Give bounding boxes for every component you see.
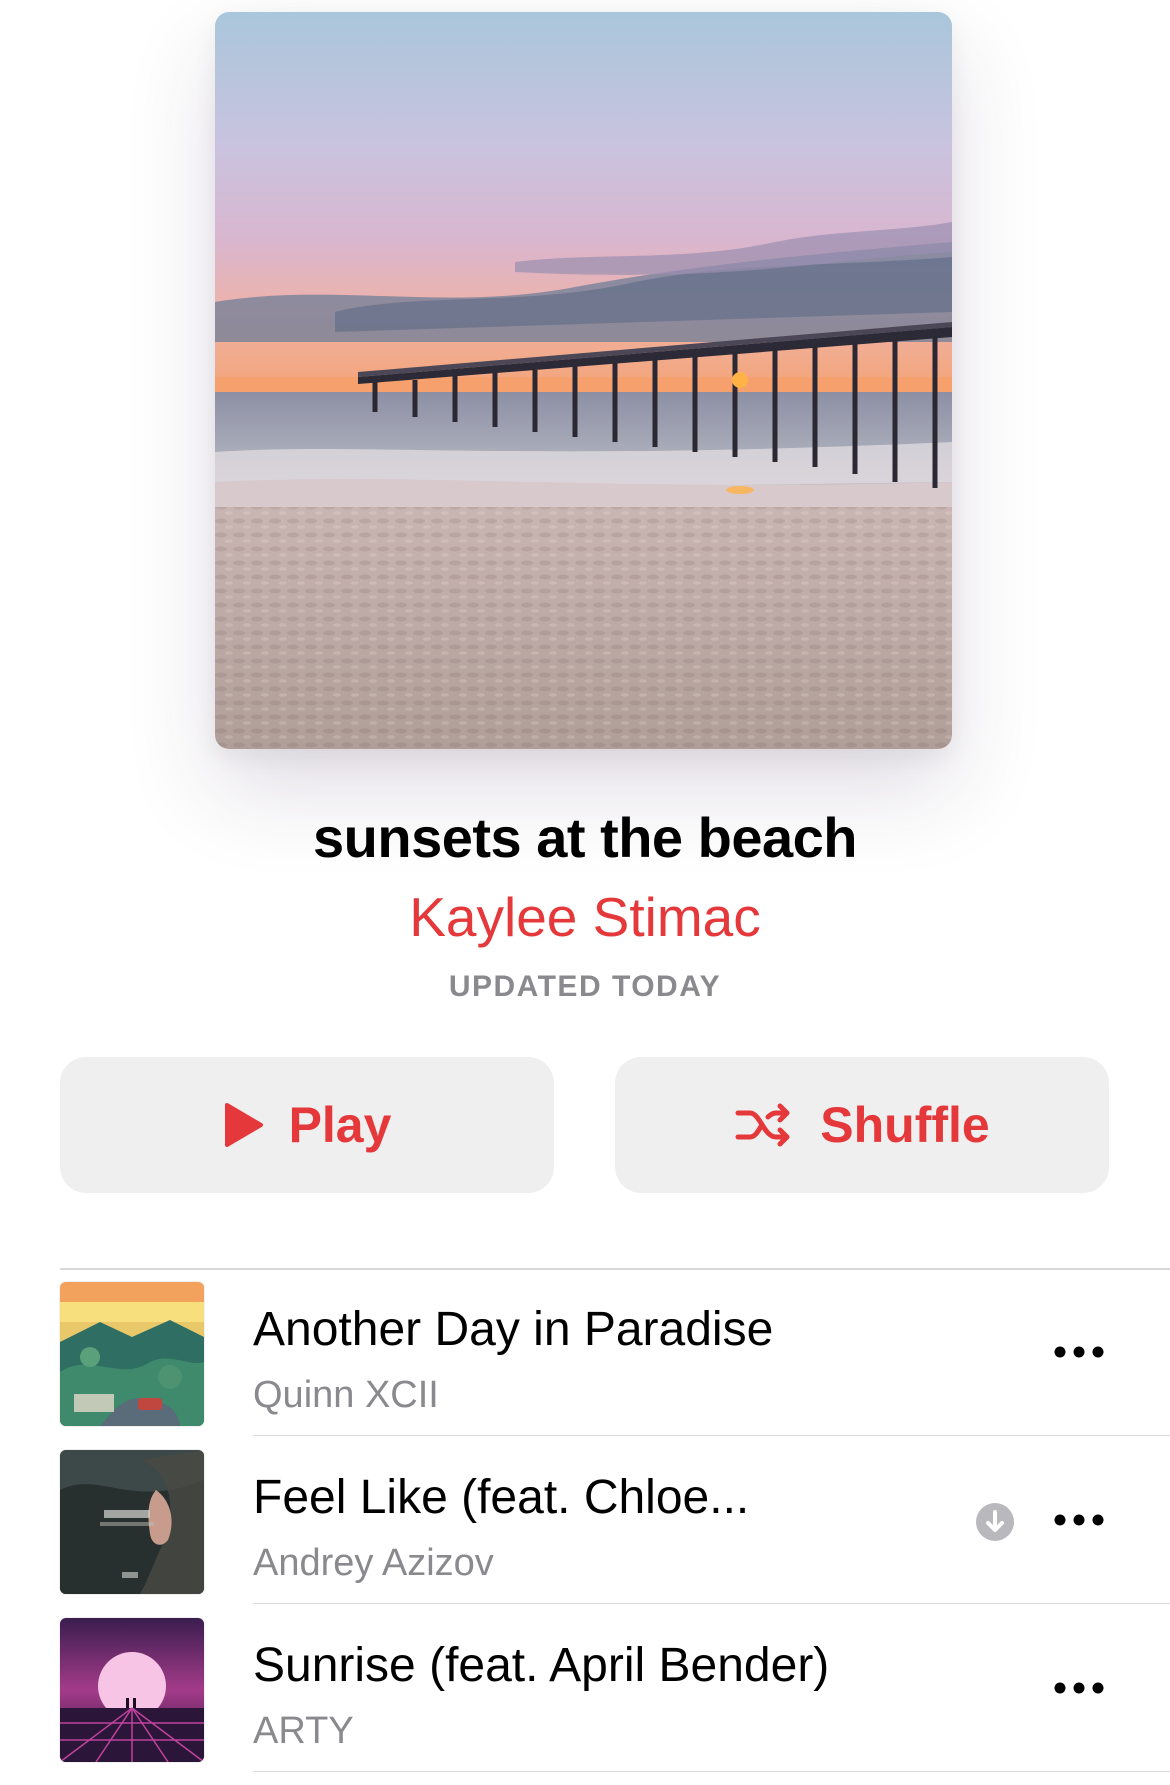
track-row[interactable]: Another Day in Paradise Quinn XCII — [0, 1268, 1170, 1436]
play-button-label: Play — [288, 1097, 392, 1153]
ellipsis-icon — [1054, 1346, 1104, 1358]
track-artist: Quinn XCII — [253, 1374, 439, 1416]
row-divider — [253, 1770, 1170, 1772]
track-title: Feel Like (feat. Chloe... — [253, 1471, 750, 1524]
playlist-curator-link[interactable]: Kaylee Stimac — [0, 885, 1170, 949]
track-artwork — [60, 1450, 204, 1594]
more-options-button[interactable] — [1052, 1498, 1106, 1542]
track-row[interactable]: Feel Like (feat. Chloe... Andrey Azizov — [0, 1436, 1170, 1604]
track-artwork — [60, 1618, 204, 1762]
track-artist: ARTY — [253, 1710, 354, 1752]
updated-label: UPDATED TODAY — [448, 970, 722, 1003]
shuffle-icon — [734, 1101, 794, 1149]
track-artwork — [60, 1282, 204, 1426]
track-row[interactable]: Sunrise (feat. April Bender) ARTY — [0, 1604, 1170, 1772]
more-options-button[interactable] — [1052, 1666, 1106, 1710]
track-title: Another Day in Paradise — [253, 1303, 774, 1356]
shuffle-button[interactable]: Shuffle — [615, 1057, 1109, 1193]
ellipsis-icon — [1054, 1682, 1104, 1694]
more-options-button[interactable] — [1052, 1330, 1106, 1374]
playlist-artwork — [215, 12, 952, 749]
play-icon — [223, 1103, 263, 1147]
play-button[interactable]: Play — [60, 1057, 554, 1193]
ellipsis-icon — [1054, 1514, 1104, 1526]
shuffle-button-label: Shuffle — [820, 1097, 990, 1153]
downloaded-icon — [975, 1502, 1015, 1542]
track-artist: Andrey Azizov — [253, 1542, 494, 1584]
playlist-title: sunsets at the beach — [313, 806, 857, 869]
track-title: Sunrise (feat. April Bender) — [253, 1639, 830, 1692]
